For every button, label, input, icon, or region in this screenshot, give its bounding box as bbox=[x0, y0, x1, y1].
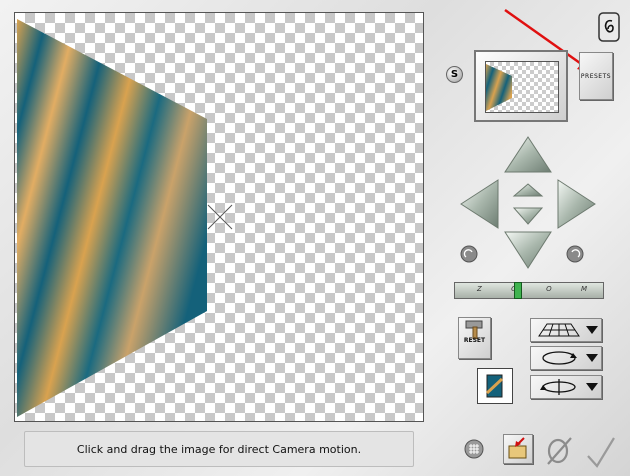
spin-dropdown[interactable] bbox=[530, 375, 602, 399]
grid-icon[interactable] bbox=[464, 439, 484, 459]
rotation-dropdown[interactable] bbox=[530, 346, 602, 370]
zoom-label-letter: M bbox=[580, 285, 587, 293]
chevron-down-icon bbox=[586, 383, 598, 391]
image-canvas[interactable] bbox=[14, 12, 424, 422]
status-bar: Click and drag the image for direct Came… bbox=[24, 431, 414, 467]
zoom-slider-thumb[interactable] bbox=[514, 282, 522, 299]
rotate-right-icon[interactable] bbox=[566, 245, 584, 263]
color-swatch[interactable] bbox=[477, 368, 513, 404]
arrow-right-icon[interactable] bbox=[557, 179, 596, 229]
preview-image bbox=[486, 64, 512, 111]
arrow-up-icon[interactable] bbox=[504, 136, 552, 173]
arrow-left-icon[interactable] bbox=[460, 179, 499, 229]
rotate-ellipse-icon bbox=[542, 351, 577, 365]
status-message: Click and drag the image for direct Came… bbox=[76, 442, 362, 456]
arrow-down-icon[interactable] bbox=[504, 231, 552, 269]
ok-check-icon[interactable] bbox=[585, 436, 617, 468]
center-up-icon[interactable] bbox=[512, 183, 544, 197]
camera-direction-pad bbox=[460, 136, 596, 269]
perspective-image[interactable] bbox=[15, 13, 423, 421]
zoom-label-letter: O bbox=[546, 285, 552, 293]
crosshair-icon bbox=[207, 204, 233, 230]
grid-plane-icon bbox=[538, 323, 580, 337]
projection-dropdown[interactable] bbox=[530, 318, 602, 342]
preview-thumbnail[interactable] bbox=[474, 50, 568, 122]
s-button[interactable]: S bbox=[446, 66, 463, 83]
chevron-down-icon bbox=[586, 326, 598, 334]
presets-button[interactable]: PRESETS bbox=[579, 52, 613, 100]
zoom-label-letter: Z bbox=[477, 285, 482, 293]
hammer-icon bbox=[465, 320, 483, 339]
zoom-slider[interactable]: Z O O M bbox=[454, 282, 604, 299]
rotate-left-icon[interactable] bbox=[460, 245, 478, 263]
chevron-down-icon bbox=[586, 354, 598, 362]
spin-axis-icon bbox=[540, 379, 576, 395]
open-folder-icon[interactable] bbox=[503, 434, 533, 464]
reset-button[interactable]: RESET bbox=[458, 317, 491, 359]
center-down-icon[interactable] bbox=[512, 207, 544, 225]
cancel-icon[interactable] bbox=[543, 436, 575, 466]
